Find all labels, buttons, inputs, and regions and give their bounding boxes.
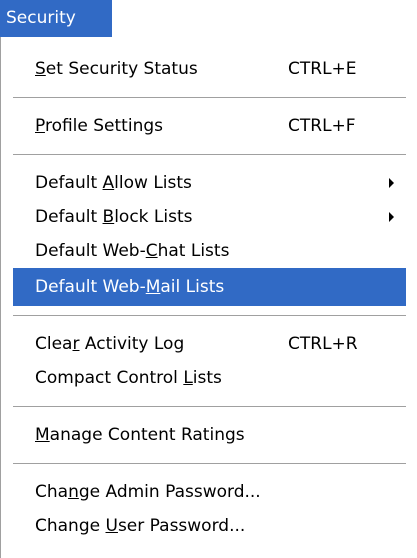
menu-item-label: Profile Settings (35, 116, 163, 136)
menu-item-label: Clear Activity Log (35, 334, 185, 354)
shortcut-label: CTRL+R (288, 334, 358, 354)
menu-item-label: Compact Control Lists (35, 368, 222, 388)
submenu-arrow-icon (389, 178, 394, 188)
menu-item-label: Default Web-Mail Lists (35, 277, 225, 297)
menu-item-default-web-chat-lists[interactable]: Default Web-Chat Lists (13, 232, 406, 270)
security-menu-title[interactable]: Security (0, 0, 112, 37)
menu-separator (13, 154, 406, 156)
menu-item-label: Default Block Lists (35, 207, 193, 227)
shortcut-label: CTRL+F (288, 116, 356, 136)
submenu-arrow-icon (389, 212, 394, 222)
menu-item-label: Default Web-Chat Lists (35, 241, 230, 261)
menu-item-compact-control-lists[interactable]: Compact Control Lists (13, 359, 406, 397)
menu-item-clear-activity-log[interactable]: Clear Activity Log CTRL+R (13, 325, 406, 363)
menu-item-manage-content-ratings[interactable]: Manage Content Ratings (13, 416, 406, 454)
menu-separator (13, 97, 406, 99)
menu-item-change-admin-password[interactable]: Change Admin Password... (13, 473, 406, 511)
security-dropdown-menu: Set Security Status CTRL+E Profile Setti… (0, 37, 417, 558)
menu-item-profile-settings[interactable]: Profile Settings CTRL+F (13, 107, 406, 145)
menu-item-default-block-lists[interactable]: Default Block Lists (13, 198, 406, 236)
menu-separator (13, 315, 406, 317)
menu-item-change-user-password[interactable]: Change User Password... (13, 507, 406, 545)
menu-item-default-web-mail-lists[interactable]: Default Web-Mail Lists (13, 268, 406, 306)
menu-item-label: Change Admin Password... (35, 482, 261, 502)
menu-item-label: Set Security Status (35, 59, 198, 79)
menu-item-label: Manage Content Ratings (35, 425, 245, 445)
menu-separator (13, 463, 406, 465)
menu-item-label: Change User Password... (35, 516, 246, 536)
menu-item-set-security-status[interactable]: Set Security Status CTRL+E (13, 50, 406, 88)
menu-separator (13, 406, 406, 408)
menu-item-label: Default Allow Lists (35, 173, 192, 193)
menu-item-default-allow-lists[interactable]: Default Allow Lists (13, 164, 406, 202)
shortcut-label: CTRL+E (288, 59, 357, 79)
